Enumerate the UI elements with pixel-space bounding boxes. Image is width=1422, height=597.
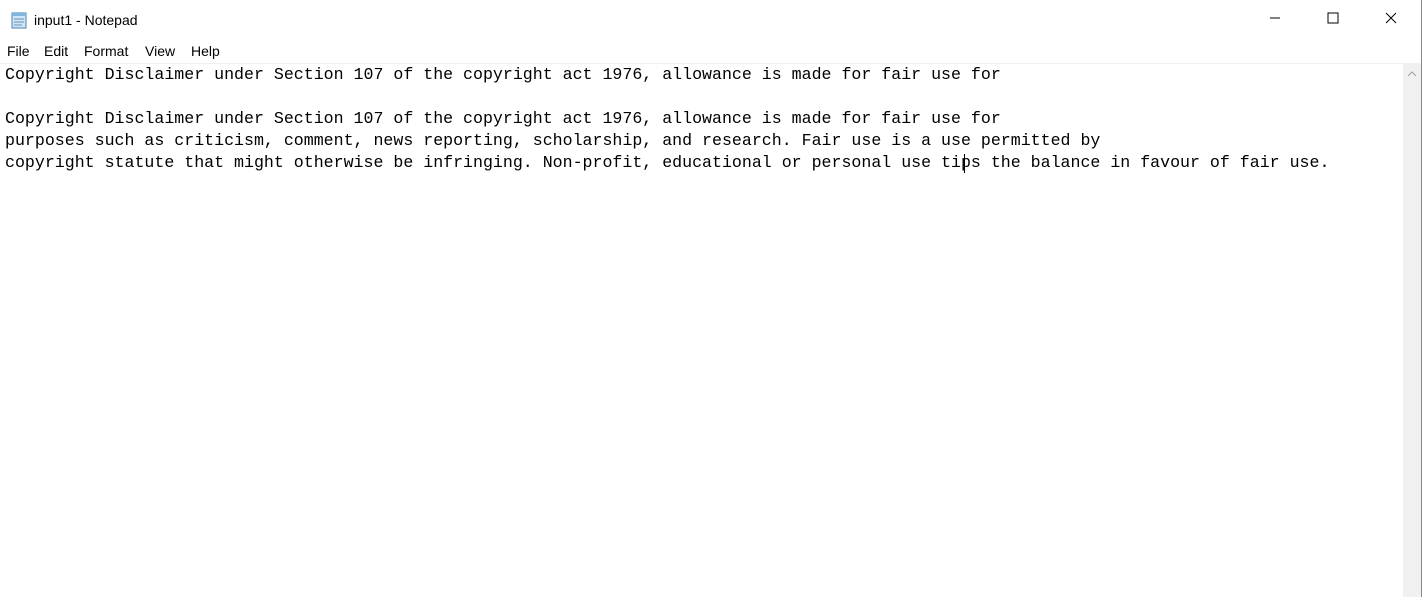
text-line[interactable]: Copyright Disclaimer under Section 107 o… xyxy=(5,108,1001,130)
notepad-window: input1 - Notepad File Edit Format View H… xyxy=(0,0,1422,597)
menu-view[interactable]: View xyxy=(145,43,175,60)
title-bar[interactable]: input1 - Notepad xyxy=(0,0,1421,40)
close-button[interactable] xyxy=(1362,0,1420,40)
menu-format[interactable]: Format xyxy=(84,43,128,60)
text-caret xyxy=(964,154,965,173)
notepad-icon[interactable] xyxy=(10,11,28,29)
minimize-button[interactable] xyxy=(1246,0,1304,40)
window-title: input1 - Notepad xyxy=(34,12,138,28)
minimize-icon xyxy=(1269,11,1281,29)
scroll-up-button[interactable] xyxy=(1403,64,1421,82)
maximize-button[interactable] xyxy=(1304,0,1362,40)
maximize-icon xyxy=(1327,11,1339,29)
text-line[interactable]: Copyright Disclaimer under Section 107 o… xyxy=(5,64,1001,86)
text-editor[interactable]: Copyright Disclaimer under Section 107 o… xyxy=(0,64,1403,597)
menu-help[interactable]: Help xyxy=(191,43,220,60)
menu-file[interactable]: File xyxy=(7,43,30,60)
chevron-up-icon xyxy=(1407,64,1417,82)
menu-bar: File Edit Format View Help xyxy=(0,40,1421,63)
vertical-scrollbar[interactable] xyxy=(1403,64,1421,597)
text-line[interactable]: copyright statute that might otherwise b… xyxy=(5,152,1329,174)
close-icon xyxy=(1385,11,1397,29)
text-line[interactable]: purposes such as criticism, comment, new… xyxy=(5,130,1100,152)
menu-edit[interactable]: Edit xyxy=(44,43,68,60)
